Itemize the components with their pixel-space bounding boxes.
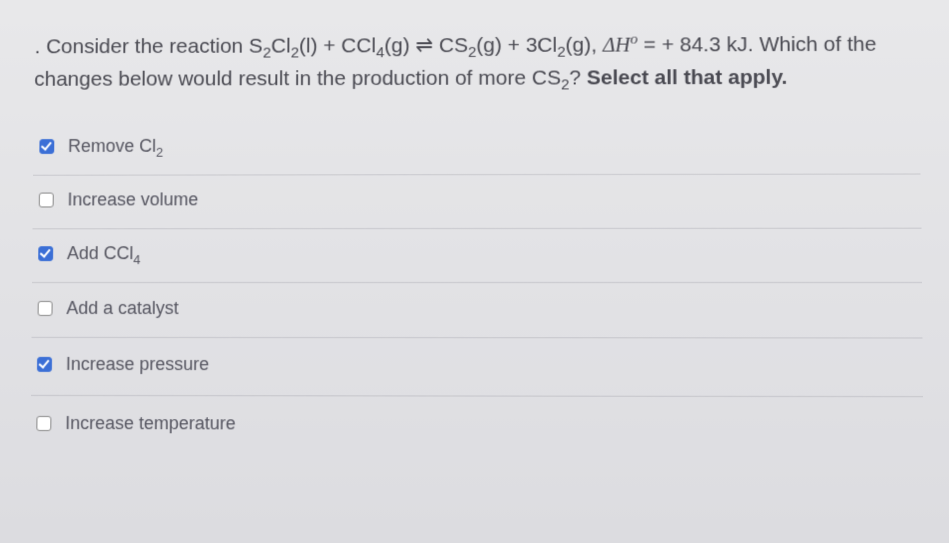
option-label: Add a catalyst [66,298,178,319]
option-increase-volume[interactable]: Increase volume [33,175,922,230]
option-label: Increase volume [67,190,198,211]
option-add-catalyst[interactable]: Add a catalyst [31,283,922,338]
option-add-ccl4[interactable]: Add CCl4 [32,229,922,283]
checkbox-icon[interactable] [38,301,53,316]
checkbox-icon[interactable] [38,246,53,261]
checkbox-icon[interactable] [37,357,52,372]
option-increase-pressure[interactable]: Increase pressure [31,338,923,397]
option-remove-cl2[interactable]: Remove Cl2 [33,122,921,176]
question-text: . Consider the reaction S2Cl2(l) + CCl4(… [34,20,920,96]
option-label: Increase pressure [66,354,209,375]
option-label: Add CCl4 [67,243,141,264]
option-label: Increase temperature [65,413,236,434]
checkbox-icon[interactable] [36,416,51,431]
checkbox-icon[interactable] [39,193,54,208]
options-list: Remove Cl2 Increase volume Add CCl4 Add … [30,122,924,457]
option-increase-temperature[interactable]: Increase temperature [30,396,924,456]
checkbox-icon[interactable] [39,139,54,154]
option-label: Remove Cl2 [68,136,163,157]
